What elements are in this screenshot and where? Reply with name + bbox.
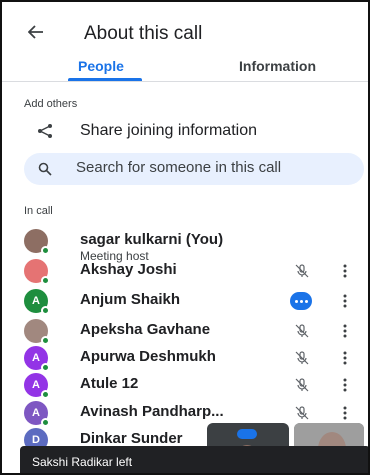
- participant-name: Atule 12: [80, 375, 139, 392]
- participant-name: Akshay Joshi: [80, 261, 177, 278]
- more-vert-icon[interactable]: [343, 264, 347, 278]
- participant-name: Avinash Pandharp...: [80, 403, 224, 420]
- more-vert-icon[interactable]: [343, 378, 347, 392]
- tab-people[interactable]: People: [78, 58, 124, 74]
- more-vert-icon[interactable]: [343, 351, 347, 365]
- participant-name: Dinkar Sunder: [80, 430, 183, 447]
- search-input[interactable]: [76, 159, 361, 176]
- in-call-label: In call: [24, 205, 53, 217]
- more-vert-icon[interactable]: [343, 324, 347, 338]
- back-button[interactable]: [24, 20, 48, 44]
- avatar: A: [24, 289, 50, 315]
- mic-off-icon[interactable]: [294, 377, 310, 393]
- avatar: [24, 259, 50, 285]
- toast-message: Sakshi Radikar left: [32, 455, 133, 469]
- online-indicator: [41, 306, 50, 315]
- online-indicator: [41, 276, 50, 285]
- avatar: A: [24, 373, 50, 399]
- search-icon: [38, 162, 52, 176]
- participant-row[interactable]: sagar kulkarni (You) Meeting host: [2, 227, 368, 263]
- participant-row[interactable]: A Atule 12: [2, 371, 368, 399]
- more-vert-icon[interactable]: [343, 294, 347, 308]
- share-icon: [38, 124, 52, 138]
- avatar: A: [24, 346, 50, 372]
- speaking-icon: [290, 292, 312, 310]
- participant-row[interactable]: A Apurwa Deshmukh: [2, 344, 368, 372]
- share-joining-info-label: Share joining information: [80, 122, 257, 139]
- tab-information[interactable]: Information: [239, 58, 316, 74]
- avatar: [24, 229, 50, 255]
- add-others-label: Add others: [24, 98, 78, 110]
- participant-name: Apurwa Deshmukh: [80, 348, 216, 365]
- mic-off-icon[interactable]: [294, 323, 310, 339]
- share-joining-info-button[interactable]: Share joining information: [2, 116, 368, 146]
- participant-name: sagar kulkarni (You): [80, 231, 224, 248]
- online-indicator: [41, 390, 50, 399]
- active-tab-indicator: [68, 78, 142, 81]
- participant-row[interactable]: A Anjum Shaikh: [2, 287, 368, 315]
- participant-row[interactable]: Apeksha Gavhane: [2, 317, 368, 345]
- avatar: [24, 319, 50, 345]
- search-bar: [24, 153, 364, 185]
- mic-off-icon[interactable]: [294, 263, 310, 279]
- mic-off-icon[interactable]: [294, 350, 310, 366]
- participant-name: Anjum Shaikh: [80, 291, 181, 308]
- about-this-call-panel: About this call People Information Add o…: [0, 0, 370, 475]
- page-title: About this call: [84, 23, 203, 44]
- participant-name: Apeksha Gavhane: [80, 321, 211, 338]
- mic-active-icon: [237, 429, 257, 439]
- avatar: A: [24, 401, 50, 427]
- mic-off-icon[interactable]: [294, 405, 310, 421]
- top-bar: About this call: [2, 2, 368, 50]
- online-indicator: [41, 246, 50, 255]
- participant-row[interactable]: Akshay Joshi: [2, 257, 368, 285]
- back-arrow-icon: [28, 25, 43, 39]
- more-vert-icon[interactable]: [343, 406, 347, 420]
- tab-bar: People Information: [2, 52, 368, 82]
- participant-left-toast: Sakshi Radikar left: [20, 446, 368, 473]
